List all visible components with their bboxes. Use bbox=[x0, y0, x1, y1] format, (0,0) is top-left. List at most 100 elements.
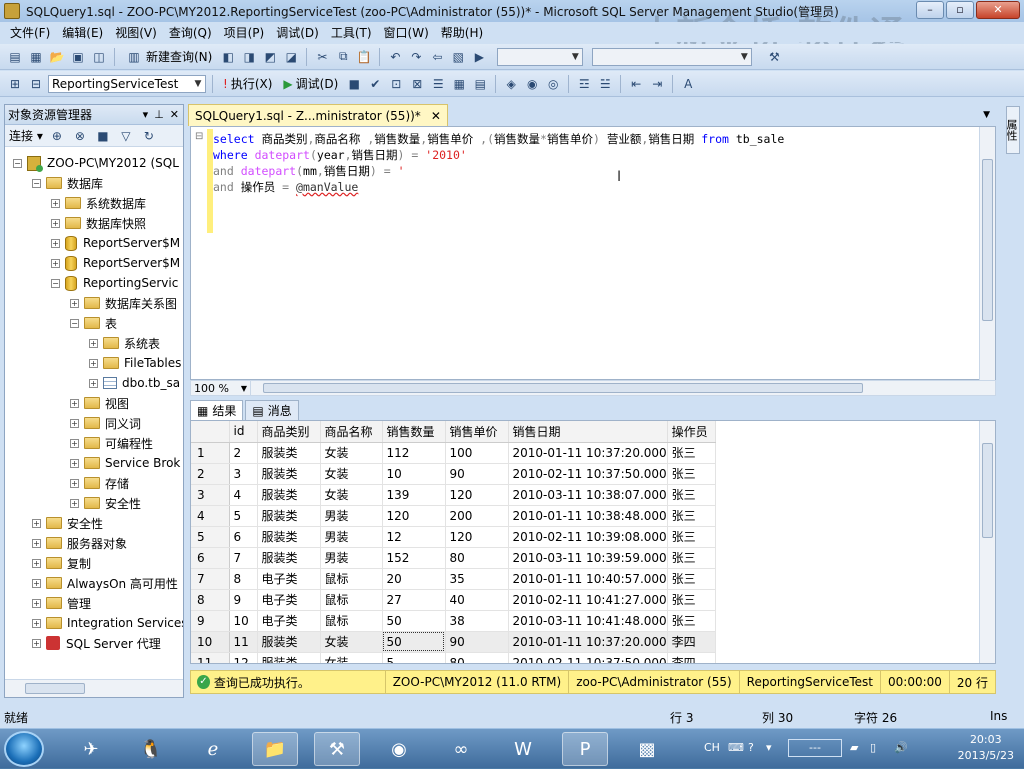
table-cell[interactable]: 2010-02-11 10:37:50.000 bbox=[508, 652, 668, 663]
clock[interactable]: 20:03 2013/5/23 bbox=[958, 732, 1014, 764]
uncomment-icon[interactable]: ☱ bbox=[596, 75, 614, 93]
tray-input-box[interactable]: --- bbox=[788, 739, 842, 757]
row-header[interactable]: 5 bbox=[191, 526, 230, 548]
connect-server-icon[interactable]: ⊕ bbox=[48, 127, 66, 145]
table-cell[interactable]: 38 bbox=[445, 610, 509, 632]
menu-file[interactable]: 文件(F) bbox=[4, 24, 56, 41]
table-cell[interactable]: 10 bbox=[229, 610, 258, 632]
expand-icon[interactable]: + bbox=[32, 538, 41, 548]
connect-icon[interactable]: ⊞ bbox=[6, 75, 24, 93]
expand-icon[interactable]: + bbox=[32, 518, 41, 528]
table-cell[interactable]: 11 bbox=[229, 631, 258, 653]
table-row[interactable]: 1 2 服装类 女装 112 100 2010-01-11 10:37:20.000 张三 bbox=[191, 442, 716, 464]
tab-messages[interactable]: ▤ 消息 bbox=[245, 400, 299, 420]
tree-node[interactable]: − ReportingServic bbox=[51, 273, 178, 293]
specify-values-icon[interactable]: ◎ bbox=[544, 75, 562, 93]
expand-icon[interactable]: + bbox=[70, 298, 79, 308]
table-cell[interactable]: 2010-02-11 10:37:50.000 bbox=[508, 463, 668, 485]
table-cell[interactable]: 8 bbox=[229, 568, 258, 590]
expand-icon[interactable]: + bbox=[70, 438, 79, 448]
include-plan-icon[interactable]: ◈ bbox=[502, 75, 520, 93]
expand-icon[interactable]: + bbox=[89, 338, 98, 348]
tab-sqlquery1[interactable]: SQLQuery1.sql - Z...ministrator (55))* ✕ bbox=[188, 104, 448, 126]
menu-debug[interactable]: 调试(D) bbox=[270, 24, 325, 41]
expand-icon[interactable]: + bbox=[32, 638, 41, 648]
visual-studio-icon[interactable]: ∞ bbox=[438, 732, 484, 766]
table-cell[interactable]: 女装 bbox=[320, 631, 383, 653]
table-row[interactable]: 10 11 服装类 女装 50 90 2010-01-11 10:37:20.000 李四 bbox=[191, 631, 716, 653]
expand-icon[interactable]: + bbox=[51, 218, 60, 228]
menu-window[interactable]: 窗口(W) bbox=[378, 24, 435, 41]
table-cell[interactable]: 2010-03-11 10:39:59.000 bbox=[508, 547, 668, 569]
zoom-dropdown[interactable]: 100 % ▼ bbox=[191, 381, 251, 395]
row-header[interactable]: 4 bbox=[191, 505, 230, 527]
maximize-button[interactable]: ▫ bbox=[946, 1, 974, 19]
table-cell[interactable]: 服装类 bbox=[257, 442, 321, 464]
client-stats-icon[interactable]: ◉ bbox=[523, 75, 541, 93]
editor-vscroll[interactable] bbox=[979, 127, 995, 381]
input-language[interactable]: CH bbox=[704, 741, 720, 754]
expand-icon[interactable]: + bbox=[51, 238, 60, 248]
table-cell[interactable]: 35 bbox=[445, 568, 509, 590]
table-cell[interactable]: 男装 bbox=[320, 526, 383, 548]
table-cell[interactable]: 200 bbox=[445, 505, 509, 527]
table-cell[interactable]: 20 bbox=[382, 568, 446, 590]
toolbox-icon[interactable]: ⚒ bbox=[765, 48, 783, 66]
tree-node[interactable]: + ReportServer$M bbox=[51, 253, 180, 273]
table-cell[interactable]: 2010-01-11 10:37:20.000 bbox=[508, 631, 668, 653]
table-cell[interactable]: 2010-03-11 10:38:07.000 bbox=[508, 484, 668, 506]
settings-icon[interactable]: ▾ bbox=[766, 741, 772, 754]
column-header[interactable]: id bbox=[229, 421, 258, 443]
menu-edit[interactable]: 编辑(E) bbox=[56, 24, 109, 41]
table-cell[interactable]: 李四 bbox=[667, 631, 716, 653]
analysis-query-icon[interactable]: ◨ bbox=[240, 48, 258, 66]
column-header[interactable]: 操作员 bbox=[667, 421, 716, 443]
table-cell[interactable]: 10 bbox=[382, 463, 446, 485]
tree-node[interactable]: + dbo.tb_sa bbox=[89, 373, 180, 393]
table-cell[interactable]: 9 bbox=[229, 589, 258, 611]
expand-icon[interactable]: + bbox=[70, 398, 79, 408]
table-cell[interactable]: 120 bbox=[445, 526, 509, 548]
sql-code[interactable]: select 商品类别,商品名称 ,销售数量,销售单价 ,(销售数量*销售单价)… bbox=[213, 131, 784, 195]
tree-node[interactable]: + 系统数据库 bbox=[51, 193, 146, 213]
expand-icon[interactable]: + bbox=[70, 418, 79, 428]
intellisense-icon[interactable]: A bbox=[679, 75, 697, 93]
menu-query[interactable]: 查询(Q) bbox=[163, 24, 218, 41]
expand-icon[interactable]: + bbox=[70, 478, 79, 488]
table-row[interactable]: 2 3 服装类 女装 10 90 2010-02-11 10:37:50.000 张三 bbox=[191, 463, 716, 485]
start-icon[interactable]: ▶ bbox=[470, 48, 488, 66]
table-cell[interactable]: 2010-03-11 10:41:48.000 bbox=[508, 610, 668, 632]
table-cell[interactable]: 张三 bbox=[667, 610, 716, 632]
tree-node[interactable]: + FileTables bbox=[89, 353, 181, 373]
row-header[interactable]: 8 bbox=[191, 589, 230, 611]
menu-view[interactable]: 视图(V) bbox=[109, 24, 163, 41]
table-cell[interactable]: 李四 bbox=[667, 652, 716, 663]
close-button[interactable]: ✕ bbox=[976, 1, 1020, 19]
table-cell[interactable]: 5 bbox=[382, 652, 446, 663]
help-icon[interactable]: ? bbox=[748, 741, 754, 754]
start-button[interactable] bbox=[4, 731, 44, 767]
file-explorer-icon[interactable]: 📁 bbox=[252, 732, 298, 766]
row-header[interactable]: 6 bbox=[191, 547, 230, 569]
table-cell[interactable]: 2010-01-11 10:38:48.000 bbox=[508, 505, 668, 527]
paste-icon[interactable]: 📋 bbox=[355, 48, 373, 66]
table-cell[interactable]: 张三 bbox=[667, 589, 716, 611]
expand-icon[interactable]: + bbox=[32, 578, 41, 588]
expand-icon[interactable]: + bbox=[51, 198, 60, 208]
mdx-query-icon[interactable]: ◩ bbox=[261, 48, 279, 66]
results-to-grid-icon[interactable]: ▦ bbox=[450, 75, 468, 93]
collapse-icon[interactable]: − bbox=[32, 178, 41, 188]
row-header[interactable]: 11 bbox=[191, 652, 230, 663]
row-header[interactable]: 3 bbox=[191, 484, 230, 506]
table-cell[interactable]: 100 bbox=[445, 442, 509, 464]
minimize-button[interactable]: – bbox=[916, 1, 944, 19]
table-cell[interactable]: 6 bbox=[229, 526, 258, 548]
find-dropdown[interactable]: ▼ bbox=[592, 47, 753, 66]
tree-node[interactable]: + 系统表 bbox=[89, 333, 160, 353]
tree-node[interactable]: + 同义词 bbox=[70, 413, 141, 433]
collapse-icon[interactable]: ⊟ bbox=[195, 131, 203, 142]
tree-node[interactable]: − 表 bbox=[70, 313, 117, 333]
table-row[interactable]: 5 6 服装类 男装 12 120 2010-02-11 10:39:08.000 张三 bbox=[191, 526, 716, 548]
results-vscroll[interactable] bbox=[979, 421, 995, 663]
add-item-icon[interactable]: ▦ bbox=[27, 48, 45, 66]
